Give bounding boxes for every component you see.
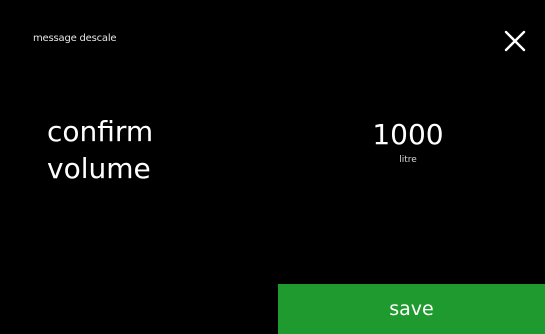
prompt-line-2: volume [47, 152, 151, 185]
descale-screen: message descale confirm volume 1000 litr… [0, 0, 545, 334]
save-button-label: save [389, 298, 434, 320]
volume-unit: litre [399, 155, 417, 165]
volume-value: 1000 [372, 118, 444, 151]
confirm-volume-prompt: confirm volume [47, 113, 153, 187]
prompt-line-1: confirm [47, 115, 154, 148]
close-button[interactable] [500, 26, 530, 56]
screen-title: message descale [33, 33, 117, 44]
save-button[interactable]: save [278, 284, 545, 334]
close-icon [500, 26, 530, 56]
volume-display: 1000 litre [333, 118, 483, 165]
